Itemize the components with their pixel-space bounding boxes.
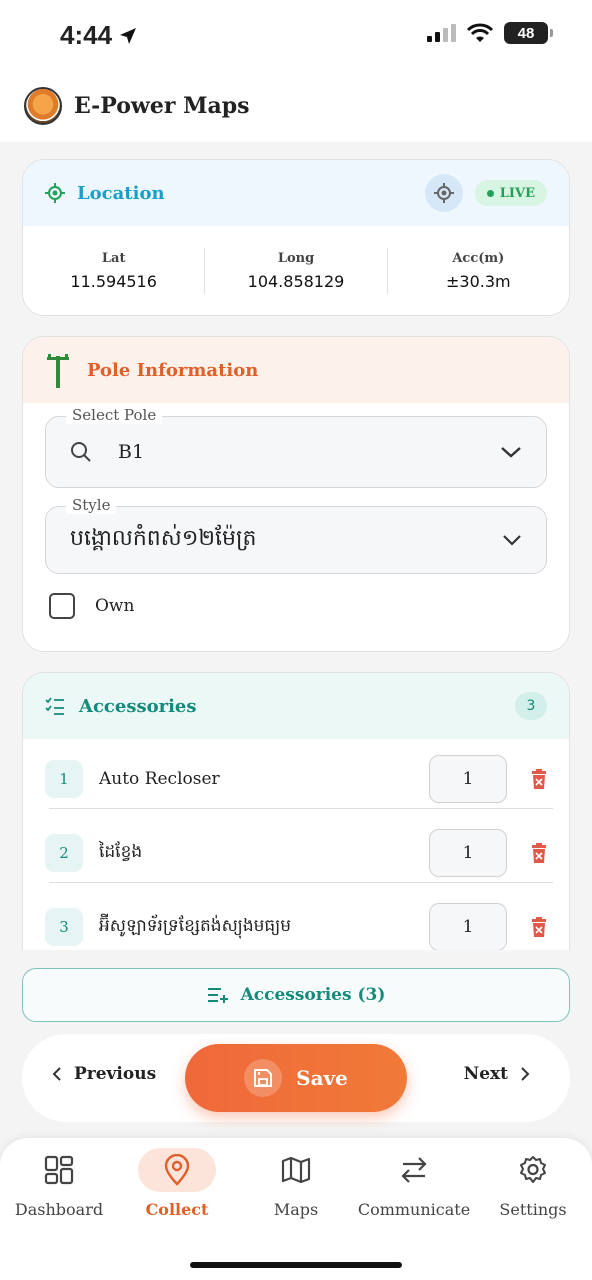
chevron-right-icon [521, 1067, 530, 1081]
home-indicator[interactable] [190, 1262, 402, 1268]
accessory-divider [49, 882, 553, 883]
location-card: Location LIVE Lat 11.594516 Long 104.858… [22, 159, 570, 316]
form-navigation-bar: Previous Save Next [22, 1034, 570, 1122]
accessory-index: 3 [45, 908, 83, 946]
accessory-quantity-input[interactable]: 1 [429, 755, 507, 803]
latitude-cell: Lat 11.594516 [23, 248, 206, 294]
checklist-icon [45, 697, 64, 715]
accessory-index: 1 [45, 760, 83, 798]
utility-pole-icon [47, 354, 69, 388]
accessory-row: 2 ដៃខ្វែង 1 [45, 823, 551, 883]
save-button[interactable]: Save [185, 1044, 407, 1112]
status-icons: 48 [426, 22, 553, 44]
select-pole-label: Select Pole [66, 406, 163, 424]
app-header: E-Power Maps [0, 70, 592, 142]
tab-dashboard[interactable]: Dashboard [0, 1148, 118, 1228]
accessory-name: Auto Recloser [99, 769, 220, 789]
longitude-value: 104.858129 [247, 272, 345, 291]
map-icon [281, 1156, 311, 1184]
chevron-left-icon [52, 1067, 61, 1081]
accuracy-cell: Acc(m) ±30.3m [388, 248, 569, 294]
trash-icon[interactable] [531, 917, 547, 937]
bottom-tab-bar: Dashboard Collect Maps Communicate Setti… [0, 1138, 592, 1280]
style-label: Style [66, 496, 117, 514]
save-icon-wrap [244, 1059, 283, 1097]
app-title: E-Power Maps [74, 93, 250, 119]
location-header: Location LIVE [23, 160, 569, 226]
search-icon [71, 442, 91, 462]
live-dot-icon [486, 189, 494, 197]
accessories-button[interactable]: Accessories (3) [22, 968, 570, 1022]
add-list-icon [207, 988, 228, 1003]
location-title: Location [77, 182, 165, 204]
pole-information-title: Pole Information [87, 359, 259, 381]
own-checkbox[interactable] [49, 593, 75, 619]
crosshair-icon [45, 183, 65, 203]
pole-information-header: Pole Information [23, 337, 569, 403]
tab-maps[interactable]: Maps [237, 1148, 355, 1228]
accessory-index: 2 [45, 834, 83, 872]
accessories-card: Accessories 3 1 Auto Recloser 1 2 ដៃខ្វែ… [22, 672, 570, 992]
locate-me-button[interactable] [424, 174, 463, 212]
accessory-name: អ៊ីសូឡាទ័រទ្រខ្សែតង់ស្យុងមធ្យម [99, 915, 292, 936]
gps-target-icon [433, 183, 454, 203]
accessory-divider [49, 808, 553, 809]
arrows-exchange-icon [401, 1157, 427, 1183]
signal-icon [427, 24, 456, 42]
trash-icon[interactable] [531, 769, 547, 789]
pole-information-card: Pole Information Select Pole B1 Style បង… [22, 336, 570, 652]
accessory-quantity-input[interactable]: 1 [429, 829, 507, 877]
longitude-cell: Long 104.858129 [205, 248, 388, 294]
tab-communicate[interactable]: Communicate [355, 1148, 473, 1228]
accessories-count-badge: 3 [515, 692, 547, 720]
accuracy-value: ±30.3m [446, 272, 511, 291]
tab-collect[interactable]: Collect [118, 1148, 236, 1228]
wifi-icon [466, 23, 494, 42]
accessory-name: ដៃខ្វែង [99, 841, 143, 862]
tab-settings[interactable]: Settings [474, 1148, 592, 1228]
accessory-row: 1 Auto Recloser 1 [45, 749, 551, 809]
chevron-down-icon [501, 447, 521, 458]
trash-icon[interactable] [531, 843, 547, 863]
latitude-value: 11.594516 [70, 272, 157, 291]
live-badge: LIVE [474, 180, 547, 206]
accessory-quantity-input[interactable]: 1 [429, 903, 507, 951]
accessories-title: Accessories [79, 695, 197, 717]
gear-icon [520, 1156, 546, 1183]
location-values: Lat 11.594516 Long 104.858129 Acc(m) ±30… [23, 226, 569, 315]
style-value: បង្គោលកំពស់១២ម៉ែត្រ [70, 526, 257, 551]
status-bar: 4:44 48 [0, 0, 592, 70]
location-pin-icon [164, 1154, 190, 1186]
location-arrow-icon [120, 27, 137, 44]
dashboard-icon [44, 1155, 74, 1185]
select-pole-value: B1 [118, 441, 145, 463]
battery-indicator: 48 [504, 22, 553, 44]
own-checkbox-row[interactable]: Own [49, 593, 134, 619]
floppy-disk-icon [254, 1069, 273, 1087]
status-time: 4:44 [60, 20, 138, 51]
chevron-down-icon [503, 535, 521, 546]
app-logo [24, 87, 62, 125]
select-pole-dropdown[interactable]: Select Pole B1 [45, 406, 547, 488]
style-dropdown[interactable]: Style បង្គោលកំពស់១២ម៉ែត្រ [45, 496, 547, 574]
own-label: Own [95, 596, 135, 616]
previous-button[interactable]: Previous [52, 1064, 156, 1084]
accessories-header: Accessories 3 [23, 673, 569, 739]
next-button[interactable]: Next [464, 1064, 530, 1084]
accessory-row: 3 អ៊ីសូឡាទ័រទ្រខ្សែតង់ស្យុងមធ្យម 1 [45, 897, 551, 957]
